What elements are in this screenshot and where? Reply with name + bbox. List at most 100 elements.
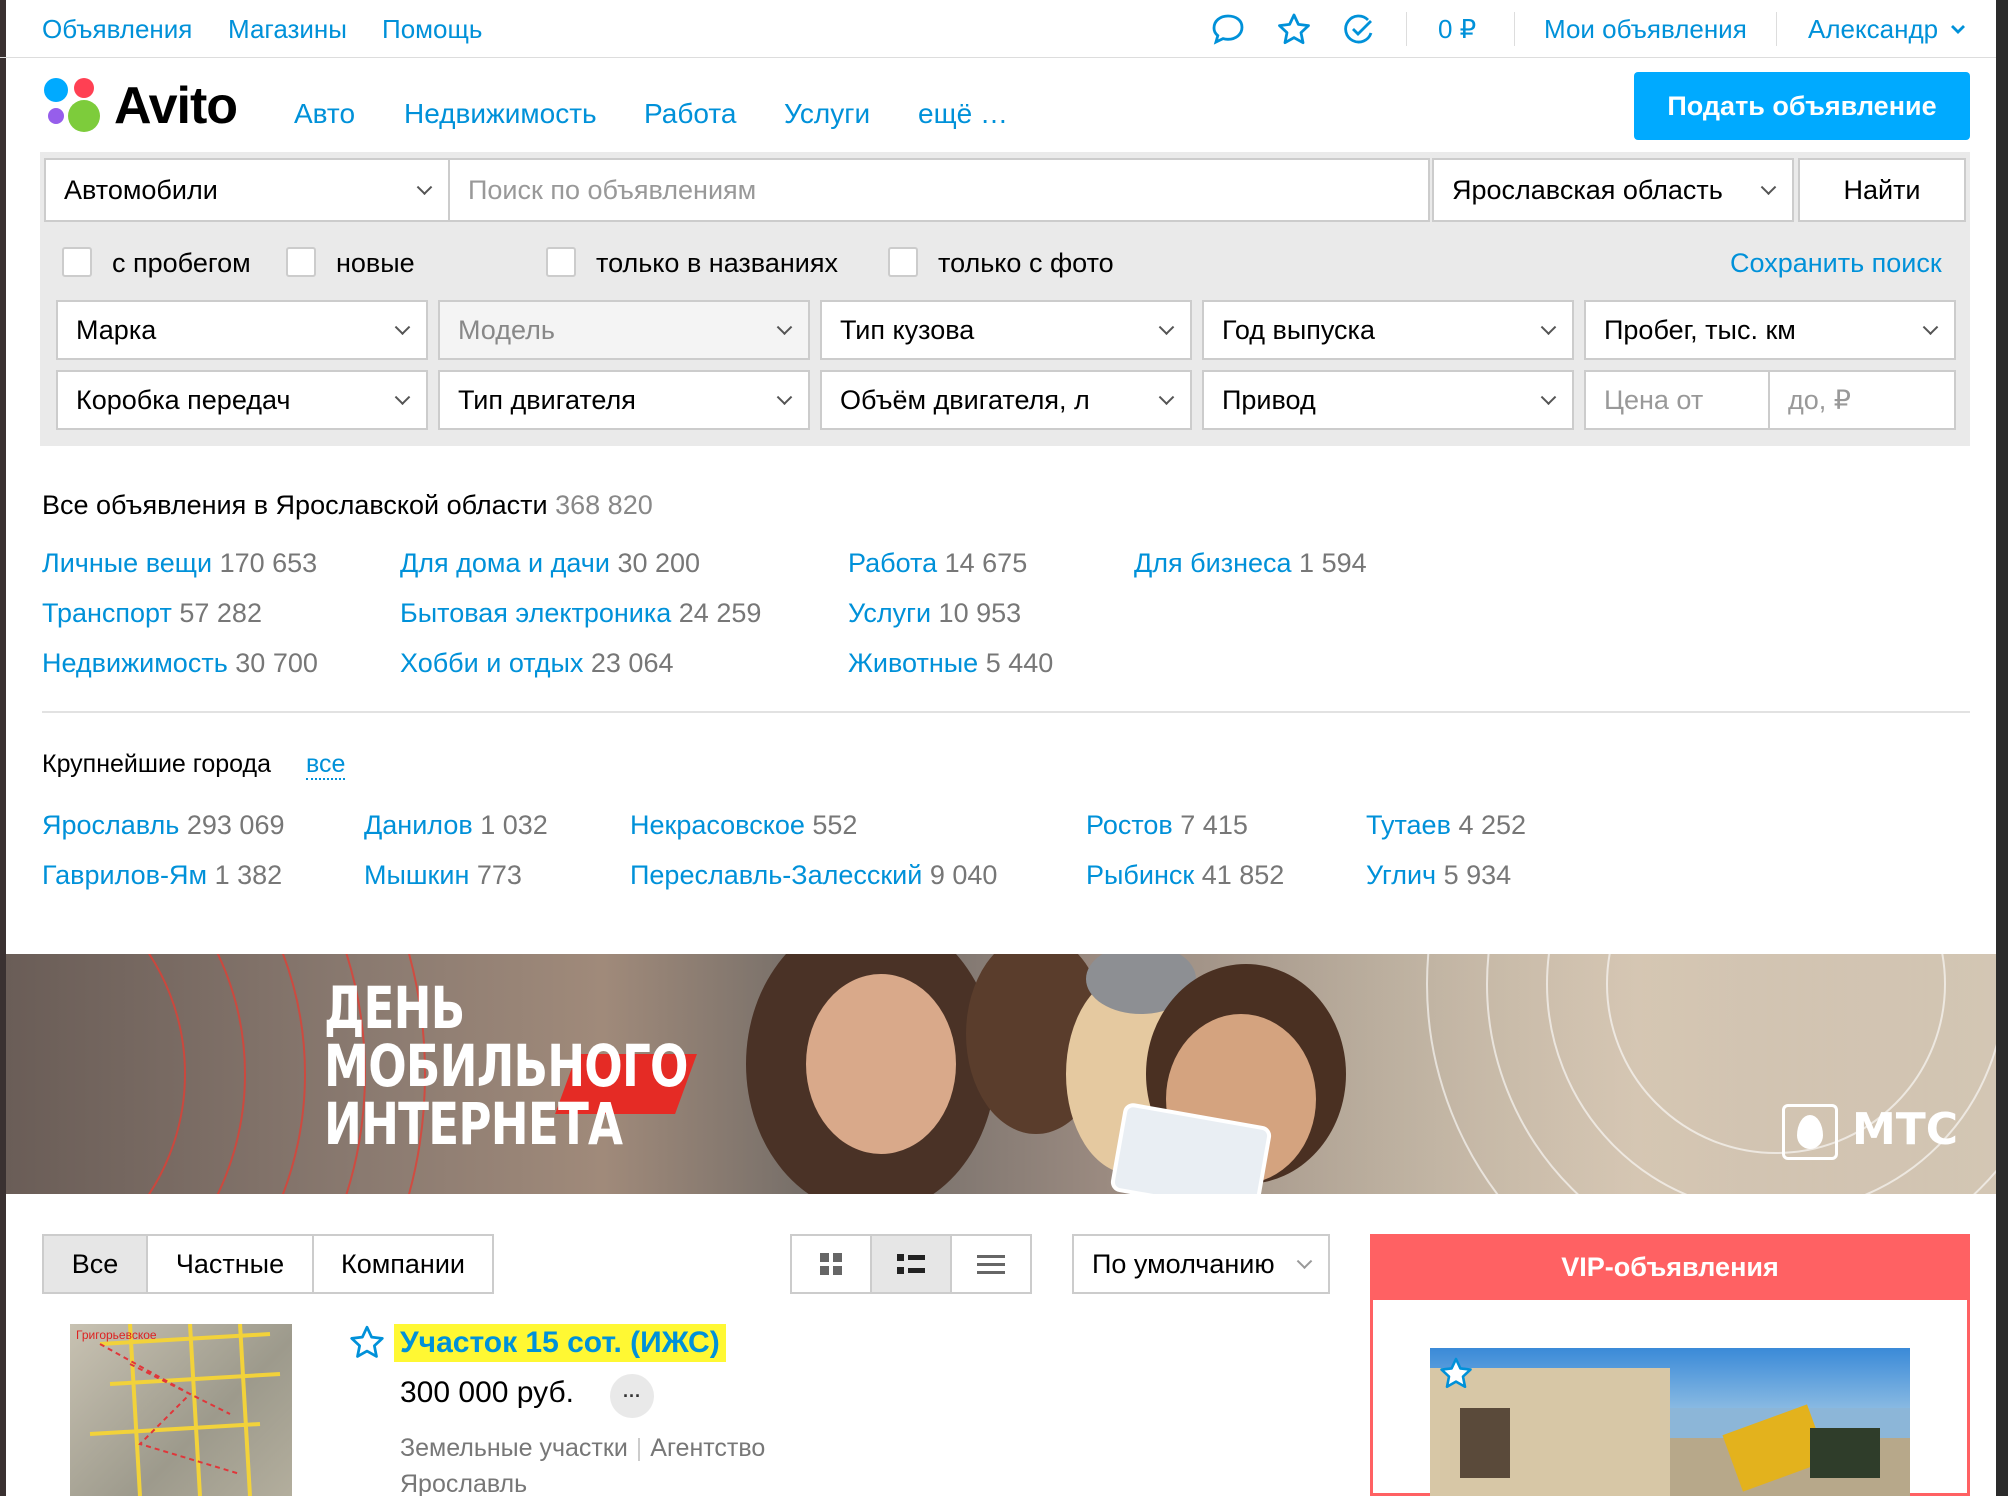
view-list-button[interactable] [870, 1234, 952, 1294]
view-grid-button[interactable] [790, 1234, 872, 1294]
category-select-value: Автомобили [64, 174, 218, 205]
my-ads-link[interactable]: Мои объявления [1544, 14, 1747, 45]
category-link[interactable]: Для бизнеса 1 594 [1134, 548, 1367, 579]
filter-engine-volume[interactable]: Объём двигателя, л [820, 370, 1192, 430]
city-link[interactable]: Данилов 1 032 [364, 810, 548, 841]
filter-engine-volume-label: Объём двигателя, л [840, 384, 1090, 415]
checkbox-used[interactable] [62, 247, 92, 277]
city-link[interactable]: Некрасовское 552 [630, 810, 857, 841]
city-link[interactable]: Ярославль 293 069 [42, 810, 284, 841]
all-cities-link[interactable]: все [306, 750, 346, 780]
price-from-input[interactable]: Цена от [1584, 370, 1770, 430]
category-link[interactable]: Недвижимость 30 700 [42, 648, 318, 679]
checkbox-new-label: новые [336, 248, 415, 278]
search-input[interactable]: Поиск по объявлениям [448, 158, 1430, 222]
nav-more[interactable]: ещё … [918, 98, 1008, 130]
city-count: 293 069 [186, 810, 285, 840]
nav-jobs[interactable]: Работа [644, 98, 736, 130]
filter-brand[interactable]: Марка [56, 300, 428, 360]
banner-headline-2: МОБИЛЬНОГО [324, 1032, 688, 1100]
post-ad-button[interactable]: Подать объявление [1634, 72, 1970, 140]
banner-person [806, 974, 956, 1154]
topbar-link-ads[interactable]: Объявления [42, 14, 192, 45]
category-link[interactable]: Личные вещи 170 653 [42, 548, 317, 579]
topbar-link-help[interactable]: Помощь [382, 14, 482, 45]
city-name: Тутаев [1366, 810, 1451, 840]
window-edge-right [1996, 0, 2008, 1496]
filter-body-type[interactable]: Тип кузова [820, 300, 1192, 360]
city-count: 773 [476, 860, 522, 890]
city-link[interactable]: Переславль-Залесский 9 040 [630, 860, 997, 891]
ad-banner[interactable]: ДЕНЬ МОБИЛЬНОГО ИНТЕРНЕТА МТС [6, 954, 1996, 1194]
topbar-link-shops[interactable]: Магазины [228, 14, 347, 45]
wallet-balance[interactable]: 0 ₽ [1438, 14, 1476, 45]
category-link[interactable]: Для дома и дачи 30 200 [400, 548, 700, 579]
category-link[interactable]: Животные 5 440 [848, 648, 1053, 679]
vip-ad-image[interactable] [1430, 1348, 1910, 1496]
filter-transmission-label: Коробка передач [76, 384, 291, 415]
logo-dot-green [68, 100, 100, 132]
filter-model[interactable]: Модель [438, 300, 810, 360]
saved-searches-icon[interactable] [1340, 12, 1378, 51]
listing-more-button[interactable]: ··· [610, 1374, 654, 1418]
city-link[interactable]: Гаврилов-Ям 1 382 [42, 860, 282, 891]
filter-private-label: Частные [175, 1248, 285, 1279]
filter-year[interactable]: Год выпуска [1202, 300, 1574, 360]
listing-thumbnail[interactable]: Григорьевское [70, 1324, 292, 1496]
nav-realty[interactable]: Недвижимость [404, 98, 597, 130]
messages-icon[interactable] [1210, 12, 1246, 51]
filter-transmission[interactable]: Коробка передач [56, 370, 428, 430]
cities-title: Крупнейшие города [42, 750, 271, 778]
find-button-label: Найти [1843, 174, 1921, 205]
city-link[interactable]: Рыбинск 41 852 [1086, 860, 1284, 891]
city-link[interactable]: Ростов 7 415 [1086, 810, 1248, 841]
chevron-down-icon [394, 389, 411, 406]
filter-companies-button[interactable]: Компании [312, 1234, 494, 1294]
sort-select[interactable]: По умолчанию [1072, 1234, 1330, 1294]
city-link[interactable]: Мышкин 773 [364, 860, 522, 891]
category-link[interactable]: Транспорт 57 282 [42, 598, 262, 629]
chevron-down-icon [416, 179, 433, 196]
category-link[interactable]: Услуги 10 953 [848, 598, 1021, 629]
category-name: Животные [848, 648, 979, 678]
listing-category: Земельные участки [400, 1434, 628, 1462]
chevron-down-icon [1950, 22, 1966, 40]
category-select[interactable]: Автомобили [44, 158, 450, 222]
category-link[interactable]: Бытовая электроника 24 259 [400, 598, 761, 629]
checkbox-titles-only[interactable] [546, 247, 576, 277]
checkbox-photo-only[interactable] [888, 247, 918, 277]
filter-mileage-label: Пробег, тыс. км [1604, 314, 1796, 345]
save-search-link[interactable]: Сохранить поиск [1730, 248, 1942, 279]
checkbox-new[interactable] [286, 247, 316, 277]
filter-drive[interactable]: Привод [1202, 370, 1574, 430]
category-name: Для бизнеса [1134, 548, 1292, 578]
chevron-down-icon [1922, 319, 1939, 336]
favorites-icon[interactable] [1276, 12, 1312, 51]
region-select[interactable]: Ярославская область [1432, 158, 1794, 222]
filter-all-button[interactable]: Все [42, 1234, 148, 1294]
category-count: 23 064 [590, 648, 674, 678]
vip-favorite-icon[interactable] [1438, 1356, 1474, 1395]
category-link[interactable]: Работа 14 675 [848, 548, 1027, 579]
price-to-input[interactable]: до, ₽ [1768, 370, 1956, 430]
city-link[interactable]: Тутаев 4 252 [1366, 810, 1526, 841]
chevron-down-icon [394, 319, 411, 336]
category-link[interactable]: Хобби и отдых 23 064 [400, 648, 673, 679]
city-count: 1 032 [480, 810, 548, 840]
add-to-favorites-icon[interactable] [348, 1324, 386, 1365]
nav-services[interactable]: Услуги [784, 98, 870, 130]
user-menu[interactable]: Александр [1808, 14, 1938, 45]
mts-logo-icon [1782, 1104, 1838, 1160]
view-compact-button[interactable] [950, 1234, 1032, 1294]
filter-engine-type-label: Тип двигателя [458, 384, 636, 415]
filter-mileage[interactable]: Пробег, тыс. км [1584, 300, 1956, 360]
avito-logo[interactable]: Avito [40, 74, 260, 138]
find-button[interactable]: Найти [1798, 158, 1966, 222]
city-link[interactable]: Углич 5 934 [1366, 860, 1511, 891]
listing-title-link[interactable]: Участок 15 сот. (ИЖС) [394, 1324, 726, 1362]
filter-private-button[interactable]: Частные [146, 1234, 314, 1294]
thumbnail-caption: Григорьевское [76, 1328, 157, 1342]
grid-icon [820, 1253, 842, 1275]
nav-auto[interactable]: Авто [294, 98, 355, 130]
filter-engine-type[interactable]: Тип двигателя [438, 370, 810, 430]
